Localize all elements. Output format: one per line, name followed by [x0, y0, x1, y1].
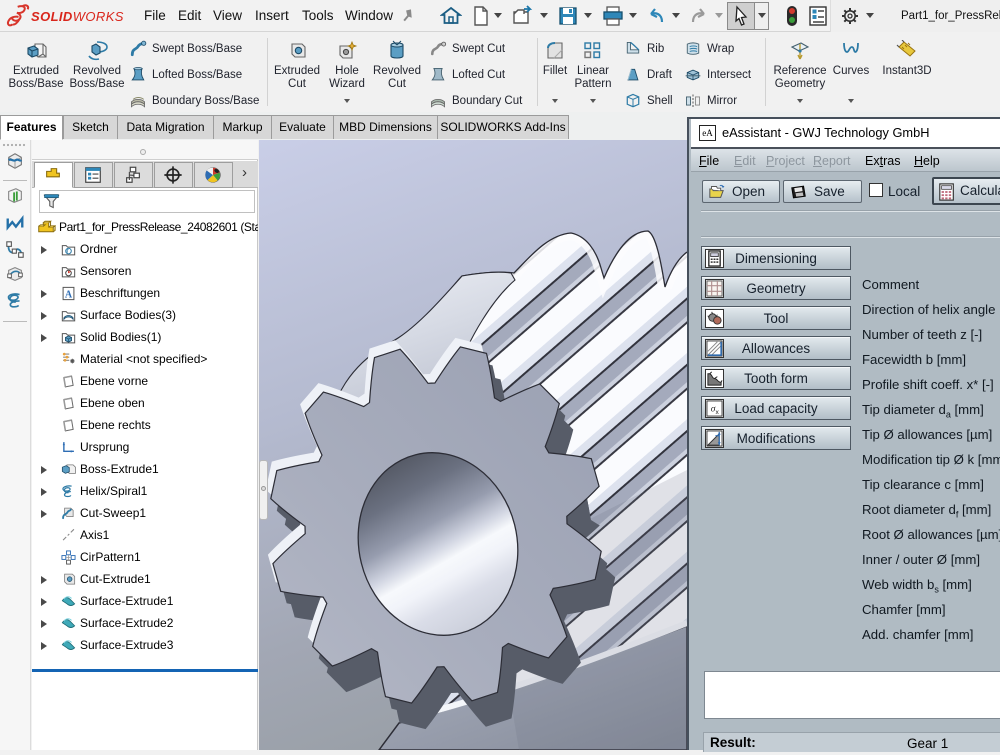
- svg-text:A: A: [65, 289, 73, 300]
